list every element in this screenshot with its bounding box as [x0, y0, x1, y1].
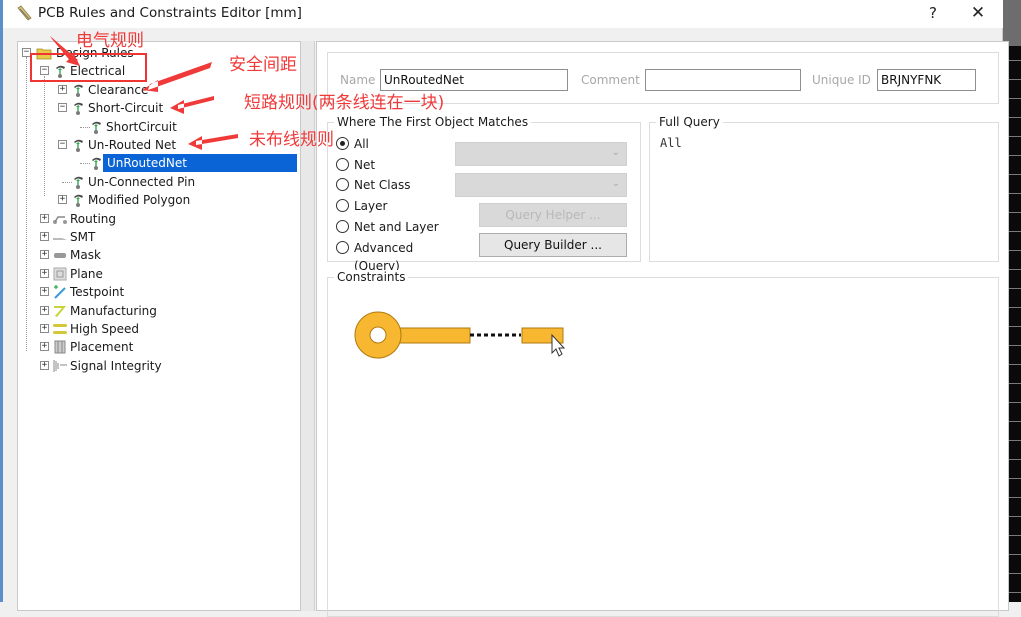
arrow-to-electrical: [50, 36, 80, 66]
arrow-to-short-circuit: [170, 96, 214, 114]
arrow-to-unrouted-net: [188, 134, 238, 150]
arrow-to-clearance: [142, 62, 212, 92]
annotation-arrows: [50, 36, 238, 150]
